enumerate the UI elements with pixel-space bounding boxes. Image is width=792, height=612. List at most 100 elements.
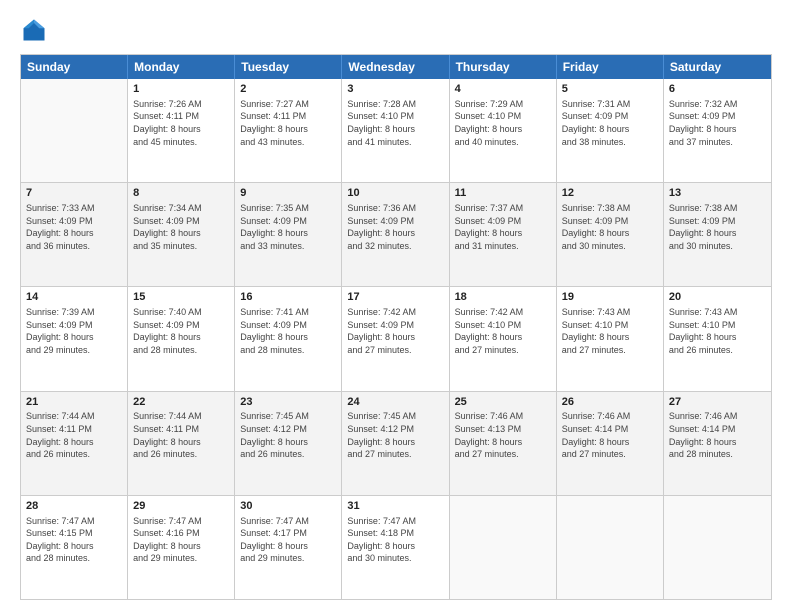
- header: [20, 16, 772, 44]
- day-cell-10: 10Sunrise: 7:36 AM Sunset: 4:09 PM Dayli…: [342, 183, 449, 286]
- day-number: 11: [455, 186, 551, 201]
- day-number: 14: [26, 290, 122, 305]
- header-day-wednesday: Wednesday: [342, 55, 449, 79]
- day-cell-25: 25Sunrise: 7:46 AM Sunset: 4:13 PM Dayli…: [450, 392, 557, 495]
- day-info: Sunrise: 7:44 AM Sunset: 4:11 PM Dayligh…: [133, 410, 229, 460]
- day-info: Sunrise: 7:28 AM Sunset: 4:10 PM Dayligh…: [347, 98, 443, 148]
- day-cell-4: 4Sunrise: 7:29 AM Sunset: 4:10 PM Daylig…: [450, 79, 557, 182]
- day-number: 13: [669, 186, 766, 201]
- calendar: SundayMondayTuesdayWednesdayThursdayFrid…: [20, 54, 772, 600]
- day-cell-6: 6Sunrise: 7:32 AM Sunset: 4:09 PM Daylig…: [664, 79, 771, 182]
- day-number: 12: [562, 186, 658, 201]
- empty-cell: [450, 496, 557, 599]
- day-info: Sunrise: 7:46 AM Sunset: 4:14 PM Dayligh…: [562, 410, 658, 460]
- day-number: 22: [133, 395, 229, 410]
- day-number: 27: [669, 395, 766, 410]
- day-cell-12: 12Sunrise: 7:38 AM Sunset: 4:09 PM Dayli…: [557, 183, 664, 286]
- day-info: Sunrise: 7:43 AM Sunset: 4:10 PM Dayligh…: [669, 306, 766, 356]
- day-info: Sunrise: 7:26 AM Sunset: 4:11 PM Dayligh…: [133, 98, 229, 148]
- day-cell-19: 19Sunrise: 7:43 AM Sunset: 4:10 PM Dayli…: [557, 287, 664, 390]
- day-cell-30: 30Sunrise: 7:47 AM Sunset: 4:17 PM Dayli…: [235, 496, 342, 599]
- day-info: Sunrise: 7:42 AM Sunset: 4:10 PM Dayligh…: [455, 306, 551, 356]
- day-cell-16: 16Sunrise: 7:41 AM Sunset: 4:09 PM Dayli…: [235, 287, 342, 390]
- day-info: Sunrise: 7:45 AM Sunset: 4:12 PM Dayligh…: [347, 410, 443, 460]
- day-info: Sunrise: 7:47 AM Sunset: 4:16 PM Dayligh…: [133, 515, 229, 565]
- day-info: Sunrise: 7:33 AM Sunset: 4:09 PM Dayligh…: [26, 202, 122, 252]
- week-row-3: 14Sunrise: 7:39 AM Sunset: 4:09 PM Dayli…: [21, 286, 771, 390]
- day-number: 23: [240, 395, 336, 410]
- day-cell-21: 21Sunrise: 7:44 AM Sunset: 4:11 PM Dayli…: [21, 392, 128, 495]
- day-cell-7: 7Sunrise: 7:33 AM Sunset: 4:09 PM Daylig…: [21, 183, 128, 286]
- empty-cell: [664, 496, 771, 599]
- day-cell-1: 1Sunrise: 7:26 AM Sunset: 4:11 PM Daylig…: [128, 79, 235, 182]
- day-number: 10: [347, 186, 443, 201]
- day-cell-28: 28Sunrise: 7:47 AM Sunset: 4:15 PM Dayli…: [21, 496, 128, 599]
- day-number: 17: [347, 290, 443, 305]
- day-info: Sunrise: 7:45 AM Sunset: 4:12 PM Dayligh…: [240, 410, 336, 460]
- logo: [20, 16, 52, 44]
- day-number: 24: [347, 395, 443, 410]
- header-day-monday: Monday: [128, 55, 235, 79]
- day-number: 5: [562, 82, 658, 97]
- day-number: 6: [669, 82, 766, 97]
- day-cell-27: 27Sunrise: 7:46 AM Sunset: 4:14 PM Dayli…: [664, 392, 771, 495]
- day-number: 26: [562, 395, 658, 410]
- day-info: Sunrise: 7:44 AM Sunset: 4:11 PM Dayligh…: [26, 410, 122, 460]
- day-cell-9: 9Sunrise: 7:35 AM Sunset: 4:09 PM Daylig…: [235, 183, 342, 286]
- day-info: Sunrise: 7:47 AM Sunset: 4:18 PM Dayligh…: [347, 515, 443, 565]
- day-info: Sunrise: 7:47 AM Sunset: 4:15 PM Dayligh…: [26, 515, 122, 565]
- day-number: 21: [26, 395, 122, 410]
- header-day-friday: Friday: [557, 55, 664, 79]
- day-cell-5: 5Sunrise: 7:31 AM Sunset: 4:09 PM Daylig…: [557, 79, 664, 182]
- day-cell-17: 17Sunrise: 7:42 AM Sunset: 4:09 PM Dayli…: [342, 287, 449, 390]
- day-info: Sunrise: 7:42 AM Sunset: 4:09 PM Dayligh…: [347, 306, 443, 356]
- day-cell-23: 23Sunrise: 7:45 AM Sunset: 4:12 PM Dayli…: [235, 392, 342, 495]
- day-info: Sunrise: 7:47 AM Sunset: 4:17 PM Dayligh…: [240, 515, 336, 565]
- day-cell-31: 31Sunrise: 7:47 AM Sunset: 4:18 PM Dayli…: [342, 496, 449, 599]
- day-info: Sunrise: 7:46 AM Sunset: 4:14 PM Dayligh…: [669, 410, 766, 460]
- day-cell-3: 3Sunrise: 7:28 AM Sunset: 4:10 PM Daylig…: [342, 79, 449, 182]
- day-number: 19: [562, 290, 658, 305]
- header-day-tuesday: Tuesday: [235, 55, 342, 79]
- day-info: Sunrise: 7:37 AM Sunset: 4:09 PM Dayligh…: [455, 202, 551, 252]
- day-info: Sunrise: 7:41 AM Sunset: 4:09 PM Dayligh…: [240, 306, 336, 356]
- day-number: 8: [133, 186, 229, 201]
- day-cell-11: 11Sunrise: 7:37 AM Sunset: 4:09 PM Dayli…: [450, 183, 557, 286]
- day-info: Sunrise: 7:36 AM Sunset: 4:09 PM Dayligh…: [347, 202, 443, 252]
- day-info: Sunrise: 7:29 AM Sunset: 4:10 PM Dayligh…: [455, 98, 551, 148]
- page: SundayMondayTuesdayWednesdayThursdayFrid…: [0, 0, 792, 612]
- logo-icon: [20, 16, 48, 44]
- day-cell-2: 2Sunrise: 7:27 AM Sunset: 4:11 PM Daylig…: [235, 79, 342, 182]
- day-info: Sunrise: 7:31 AM Sunset: 4:09 PM Dayligh…: [562, 98, 658, 148]
- day-number: 3: [347, 82, 443, 97]
- calendar-header: SundayMondayTuesdayWednesdayThursdayFrid…: [21, 55, 771, 79]
- week-row-1: 1Sunrise: 7:26 AM Sunset: 4:11 PM Daylig…: [21, 79, 771, 182]
- empty-cell: [557, 496, 664, 599]
- day-info: Sunrise: 7:35 AM Sunset: 4:09 PM Dayligh…: [240, 202, 336, 252]
- day-number: 31: [347, 499, 443, 514]
- header-day-thursday: Thursday: [450, 55, 557, 79]
- day-info: Sunrise: 7:40 AM Sunset: 4:09 PM Dayligh…: [133, 306, 229, 356]
- day-info: Sunrise: 7:34 AM Sunset: 4:09 PM Dayligh…: [133, 202, 229, 252]
- day-number: 25: [455, 395, 551, 410]
- day-info: Sunrise: 7:27 AM Sunset: 4:11 PM Dayligh…: [240, 98, 336, 148]
- day-info: Sunrise: 7:43 AM Sunset: 4:10 PM Dayligh…: [562, 306, 658, 356]
- header-day-saturday: Saturday: [664, 55, 771, 79]
- header-day-sunday: Sunday: [21, 55, 128, 79]
- day-cell-26: 26Sunrise: 7:46 AM Sunset: 4:14 PM Dayli…: [557, 392, 664, 495]
- day-number: 28: [26, 499, 122, 514]
- day-cell-22: 22Sunrise: 7:44 AM Sunset: 4:11 PM Dayli…: [128, 392, 235, 495]
- day-cell-24: 24Sunrise: 7:45 AM Sunset: 4:12 PM Dayli…: [342, 392, 449, 495]
- day-cell-18: 18Sunrise: 7:42 AM Sunset: 4:10 PM Dayli…: [450, 287, 557, 390]
- calendar-body: 1Sunrise: 7:26 AM Sunset: 4:11 PM Daylig…: [21, 79, 771, 599]
- day-number: 1: [133, 82, 229, 97]
- day-number: 18: [455, 290, 551, 305]
- day-cell-8: 8Sunrise: 7:34 AM Sunset: 4:09 PM Daylig…: [128, 183, 235, 286]
- empty-cell: [21, 79, 128, 182]
- day-number: 20: [669, 290, 766, 305]
- week-row-2: 7Sunrise: 7:33 AM Sunset: 4:09 PM Daylig…: [21, 182, 771, 286]
- day-number: 29: [133, 499, 229, 514]
- day-info: Sunrise: 7:32 AM Sunset: 4:09 PM Dayligh…: [669, 98, 766, 148]
- day-info: Sunrise: 7:46 AM Sunset: 4:13 PM Dayligh…: [455, 410, 551, 460]
- day-info: Sunrise: 7:38 AM Sunset: 4:09 PM Dayligh…: [669, 202, 766, 252]
